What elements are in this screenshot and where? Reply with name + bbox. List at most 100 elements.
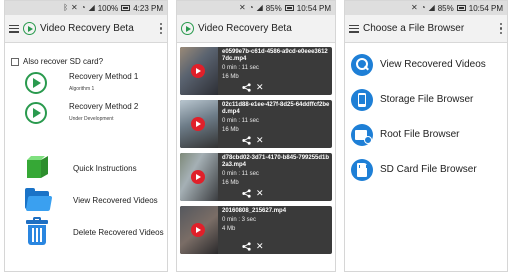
recovery-method-1[interactable]: Recovery Method 1 Algorithm 1 [5,72,167,94]
app-bar: Video Recovery Beta [5,15,167,43]
list-item[interactable]: 20160808_215627.mp4 0 min : 3 sec 4 Mb ✕ [180,206,332,254]
share-icon[interactable] [242,189,251,198]
sd-card-checkbox[interactable] [11,57,19,66]
signal-icon: ◢ [88,3,95,12]
sd-card-label: Also recover SD card? [23,57,104,66]
app-logo-icon [181,22,194,35]
video-size: 16 Mb [222,180,239,186]
choice-label: Root File Browser [380,129,460,140]
app-logo-icon [23,22,36,35]
video-name: e0599e7b-c61d-4586-a9cd-e0eee36127dc.mp4 [222,49,328,62]
play-icon[interactable] [191,223,205,237]
menu-icon[interactable] [9,24,19,33]
play-icon[interactable] [191,117,205,131]
video-size: 4 Mb [222,226,236,232]
storage-file-browser-option[interactable]: Storage File Browser [345,82,507,117]
close-icon[interactable]: ✕ [256,83,264,92]
quick-instructions-item[interactable]: Quick Instructions [5,152,167,184]
video-name: d78cbd02-3d71-4170-b845-799255d1b2a3.mp4 [222,155,330,168]
close-icon[interactable]: ✕ [256,189,264,198]
play-icon[interactable] [191,64,205,78]
status-bar: ᛒ ✕ ◔ ◢ 100% 4:23 PM [5,1,167,15]
list-item[interactable]: e0599e7b-c61d-4586-a9cd-e0eee36127dc.mp4… [180,47,332,95]
recovered-videos-screen: ✕ ◔ ◢ 85% 10:54 PM Video Recovery Beta e… [176,0,336,272]
mute-icon: ✕ [411,3,418,12]
app-title: Video Recovery Beta [198,23,292,34]
choice-label: SD Card File Browser [380,164,477,175]
video-name: 02c11d88-e1ee-427f-8d25-64ddffcf2bed.mp4 [222,102,330,115]
view-recovered-videos-item[interactable]: View Recovered Videos [5,184,167,216]
signal-icon: ◢ [256,3,263,12]
recovery-method-2[interactable]: Recovery Method 2 Under Development [5,102,167,124]
file-browser-chooser-screen: ✕ ◔ ◢ 85% 10:54 PM Choose a File Browser… [344,0,508,272]
video-duration: 0 min : 11 sec [222,118,259,124]
bluetooth-icon: ᛒ [63,3,69,12]
video-size: 16 Mb [222,74,239,80]
delete-recovered-videos-item[interactable]: Delete Recovered Videos [5,216,167,248]
feature-label: Delete Recovered Videos [73,227,164,237]
clock: 10:54 PM [468,3,503,13]
close-icon[interactable]: ✕ [256,242,264,251]
status-bar: ✕ ◔ ◢ 85% 10:54 PM [345,1,507,15]
video-name: 20160808_215627.mp4 [222,208,287,214]
battery-icon [121,5,131,11]
method-subtitle: Algorithm 1 [69,86,95,92]
overflow-menu-icon[interactable] [499,22,503,35]
video-duration: 0 min : 3 sec [222,217,257,223]
play-circle-icon[interactable] [25,72,47,94]
battery-percent: 85% [437,3,454,13]
list-item[interactable]: 02c11d88-e1ee-427f-8d25-64ddffcf2bed.mp4… [180,100,332,148]
trash-icon [23,217,51,246]
sd-card-option[interactable]: Also recover SD card? [5,43,167,66]
sd-card-file-browser-option[interactable]: SD Card File Browser [345,152,507,187]
battery-icon [456,5,466,11]
close-icon[interactable]: ✕ [256,136,264,145]
app-bar: Choose a File Browser [345,15,507,43]
app-title: Choose a File Browser [363,23,465,34]
root-file-browser-option[interactable]: Root File Browser [345,117,507,152]
signal-icon: ◢ [428,3,435,12]
list-item[interactable]: d78cbd02-3d71-4170-b845-799255d1b2a3.mp4… [180,153,332,201]
folder-icon [351,123,373,146]
view-recovered-videos-option[interactable]: View Recovered Videos [345,47,507,82]
play-icon[interactable] [191,170,205,184]
mute-icon: ✕ [239,3,246,12]
cube-icon [23,154,51,182]
wifi-icon: ◔ [80,3,86,12]
battery-percent: 100% [97,3,119,13]
feature-label: View Recovered Videos [73,195,158,205]
choice-label: View Recovered Videos [380,59,486,70]
wifi-icon: ◔ [420,3,426,12]
menu-icon[interactable] [349,24,359,33]
video-size: 16 Mb [222,127,239,133]
method-subtitle: Under Development [69,116,114,122]
file-browser-list: View Recovered Videos Storage File Brows… [345,43,507,187]
feature-label: Quick Instructions [73,163,137,173]
video-duration: 0 min : 11 sec [222,65,259,71]
overflow-menu-icon[interactable] [159,22,163,35]
share-icon[interactable] [242,242,251,251]
clock: 4:23 PM [133,3,163,13]
main-menu-screen: ᛒ ✕ ◔ ◢ 100% 4:23 PM Video Recovery Beta… [4,0,168,272]
folder-icon [23,186,53,214]
phone-icon [351,88,373,111]
play-circle-icon[interactable] [25,102,47,124]
clock: 10:54 PM [296,3,331,13]
search-icon [351,53,373,76]
method-title: Recovery Method 2 [69,102,139,111]
mute-icon: ✕ [71,3,78,12]
status-bar: ✕ ◔ ◢ 85% 10:54 PM [177,1,335,15]
video-duration: 0 min : 11 sec [222,171,259,177]
share-icon[interactable] [242,83,251,92]
method-title: Recovery Method 1 [69,72,139,81]
battery-percent: 85% [265,3,282,13]
video-list: e0599e7b-c61d-4586-a9cd-e0eee36127dc.mp4… [177,43,335,254]
share-icon[interactable] [242,136,251,145]
choice-label: Storage File Browser [380,94,474,105]
app-bar: Video Recovery Beta [177,15,335,43]
app-title: Video Recovery Beta [40,23,134,34]
battery-icon [284,5,294,11]
wifi-icon: ◔ [248,3,254,12]
sd-card-icon [351,158,373,181]
screenshot: ᛒ ✕ ◔ ◢ 100% 4:23 PM Video Recovery Beta… [0,0,512,272]
